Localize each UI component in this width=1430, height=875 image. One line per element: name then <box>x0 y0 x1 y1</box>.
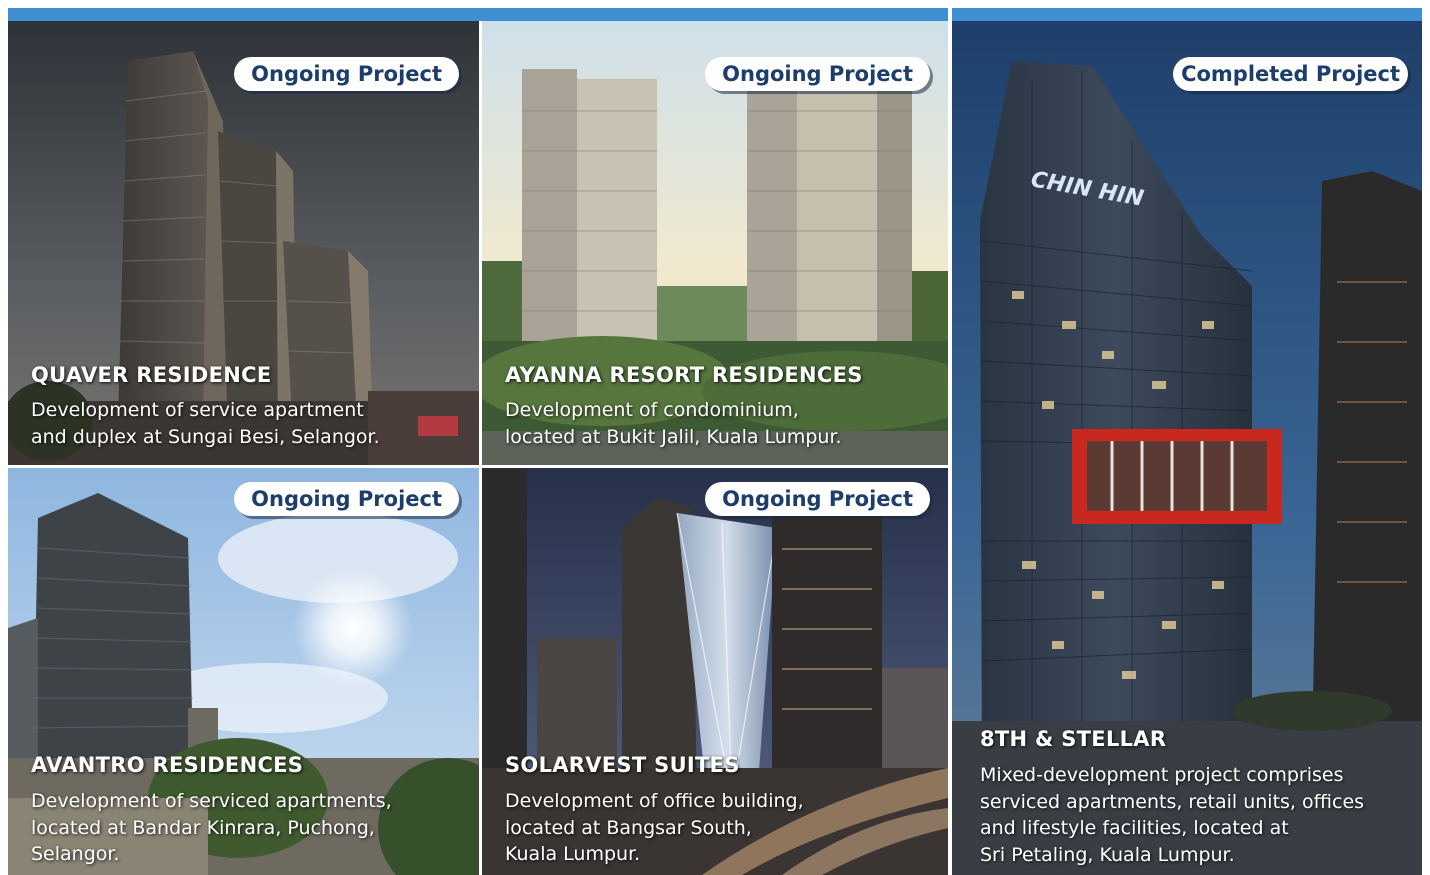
project-description: Development of serviced apartments, loca… <box>31 788 392 868</box>
project-status-badge: Ongoing Project <box>234 482 459 516</box>
description-line: located at Bangsar South, <box>505 816 752 839</box>
description-line: located at Bandar Kinrara, Puchong, <box>31 816 375 839</box>
description-line: Development of office building, <box>505 790 804 812</box>
description-line: Development of service apartment <box>31 399 364 421</box>
project-card-avantro-residences[interactable]: Ongoing Project AVANTRO RESIDENCES Devel… <box>8 468 479 875</box>
description-line: located at Bukit Jalil, Kuala Lumpur. <box>505 425 842 448</box>
project-title: AYANNA RESORT RESIDENCES <box>505 363 863 387</box>
header-bar-left <box>8 8 948 21</box>
project-title: QUAVER RESIDENCE <box>31 363 272 387</box>
project-status-badge: Completed Project <box>1173 57 1408 91</box>
description-line: Sri Petaling, Kuala Lumpur. <box>980 843 1235 866</box>
project-title: SOLARVEST SUITES <box>505 753 740 777</box>
project-title: 8TH & STELLAR <box>980 727 1167 751</box>
project-card-8th-and-stellar[interactable]: CHIN HIN Completed Project 8TH & STELLAR… <box>952 21 1422 875</box>
description-line: and duplex at Sungai Besi, Selangor. <box>31 425 380 448</box>
description-line: Mixed-development project comprises <box>980 764 1344 786</box>
description-line: Development of condominium, <box>505 399 799 421</box>
project-status-badge: Ongoing Project <box>705 482 930 516</box>
header-bar-right <box>952 8 1422 21</box>
description-line: Kuala Lumpur. <box>505 843 641 865</box>
description-line: and lifestyle facilities, located at <box>980 817 1289 839</box>
project-status-badge: Ongoing Project <box>234 57 459 91</box>
project-description: Development of service apartment and dup… <box>31 397 380 450</box>
project-title: AVANTRO RESIDENCES <box>31 753 304 777</box>
project-card-solarvest-suites[interactable]: Ongoing Project SOLARVEST SUITES Develop… <box>482 468 948 875</box>
description-line: serviced apartments, retail units, offic… <box>980 790 1365 813</box>
project-status-badge: Ongoing Project <box>705 57 930 91</box>
project-card-ayanna-resort-residences[interactable]: Ongoing Project AYANNA RESORT RESIDENCES… <box>482 21 948 465</box>
project-description: Mixed-development project comprises serv… <box>980 762 1364 868</box>
description-line: Development of serviced apartments, <box>31 790 392 812</box>
description-line: Selangor. <box>31 843 120 865</box>
project-card-quaver-residence[interactable]: Ongoing Project QUAVER RESIDENCE Develop… <box>8 21 479 465</box>
project-description: Development of office building, located … <box>505 788 804 868</box>
project-description: Development of condominium, located at B… <box>505 397 842 450</box>
